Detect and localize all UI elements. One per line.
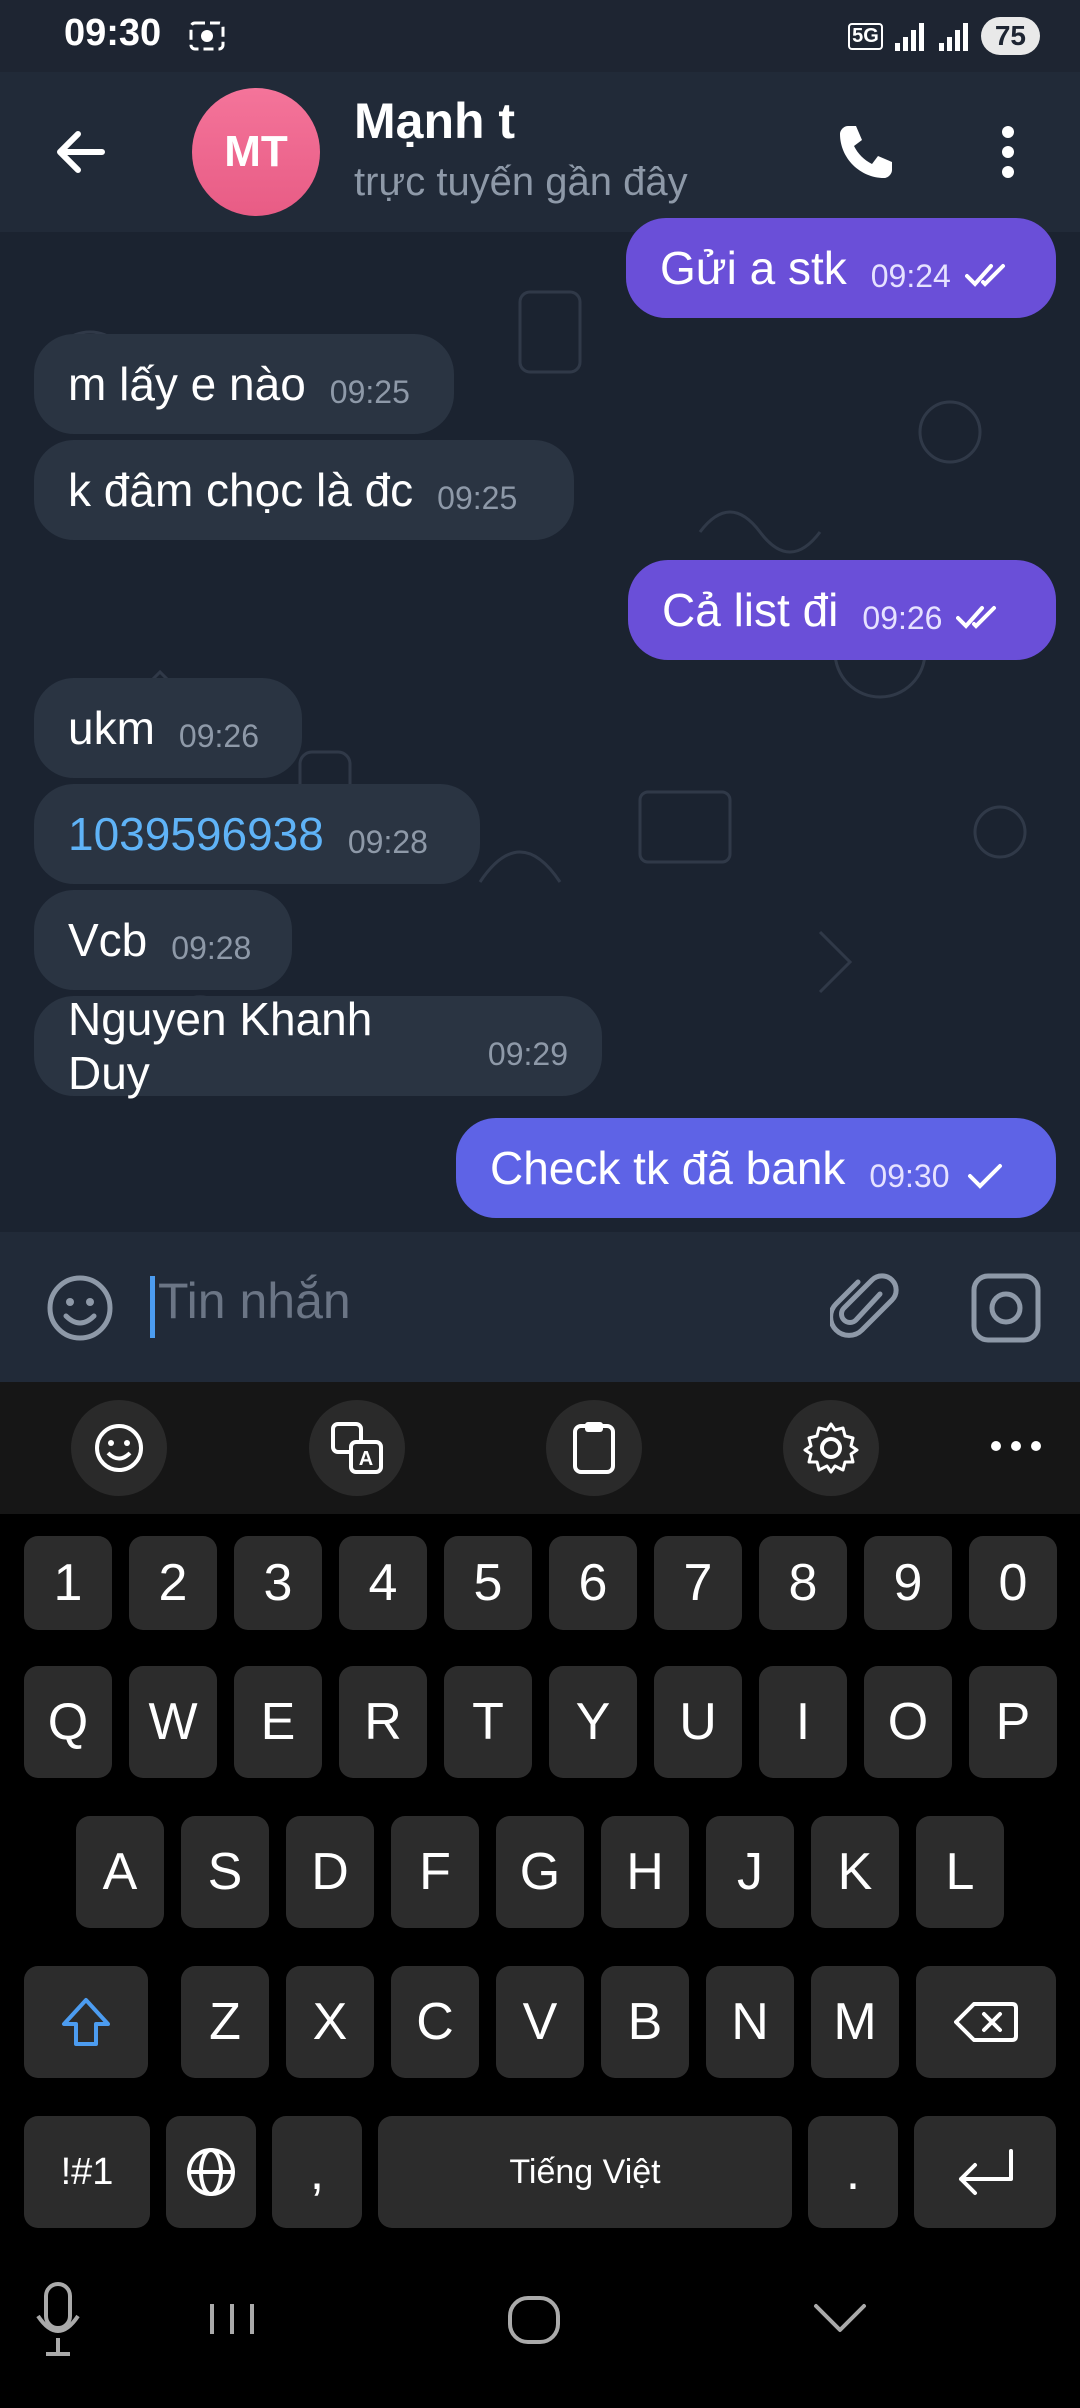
signal-icon-2 — [938, 23, 968, 51]
key-0[interactable]: 0 — [969, 1536, 1057, 1630]
key-6[interactable]: 6 — [549, 1536, 637, 1630]
keyboard-toolbar: A — [0, 1382, 1080, 1514]
keyboard-settings-button[interactable] — [783, 1400, 879, 1496]
key-j[interactable]: J — [706, 1816, 794, 1928]
phone-call-icon[interactable] — [826, 112, 906, 192]
key-l[interactable]: L — [916, 1816, 1004, 1928]
key-c[interactable]: C — [391, 1966, 479, 2078]
battery-indicator: 75 — [980, 17, 1040, 55]
microphone-icon[interactable] — [30, 2274, 86, 2364]
key-x[interactable]: X — [286, 1966, 374, 2078]
key-m[interactable]: M — [811, 1966, 899, 2078]
recent-apps-icon[interactable] — [204, 2274, 260, 2364]
status-time: 09:30 — [64, 12, 162, 54]
key-y[interactable]: Y — [549, 1666, 637, 1778]
key-p[interactable]: P — [969, 1666, 1057, 1778]
status-bar: 09:30 5G 75 — [0, 0, 1080, 72]
clipboard-icon — [573, 1422, 615, 1474]
message-bubble-incoming[interactable]: m lấy e nào 09:25 — [34, 334, 454, 434]
key-v[interactable]: V — [496, 1966, 584, 2078]
key-z[interactable]: Z — [181, 1966, 269, 2078]
system-navigation-bar — [0, 2234, 1080, 2408]
message-bubble-incoming[interactable]: Vcb 09:28 — [34, 890, 292, 990]
key-8[interactable]: 8 — [759, 1536, 847, 1630]
account-number-link[interactable]: 1039596938 — [34, 807, 324, 861]
shift-arrow-icon — [62, 1998, 110, 2046]
key-b[interactable]: B — [601, 1966, 689, 2078]
translate-icon: A — [331, 1422, 383, 1474]
avatar[interactable]: MT — [192, 88, 320, 216]
message-bubble-incoming[interactable]: k đâm chọc là đc 09:25 — [34, 440, 574, 540]
key-q[interactable]: Q — [24, 1666, 112, 1778]
network-5g-icon: 5G — [848, 22, 883, 50]
keyboard: 1 2 3 4 5 6 7 8 9 0 Q W E R T Y U I O P … — [0, 1514, 1080, 2234]
single-check-icon — [967, 1164, 1002, 1189]
space-key[interactable]: Tiếng Việt — [378, 2116, 792, 2228]
signal-icon — [894, 23, 924, 51]
key-i[interactable]: I — [759, 1666, 847, 1778]
svg-text:A: A — [359, 1448, 373, 1470]
message-bubble-outgoing[interactable]: Gửi a stk 09:24 — [626, 218, 1056, 318]
translate-button[interactable]: A — [309, 1400, 405, 1496]
period-key[interactable]: . — [808, 2116, 898, 2228]
keyboard-emoji-button[interactable] — [71, 1400, 167, 1496]
key-o[interactable]: O — [864, 1666, 952, 1778]
message-bubble-incoming[interactable]: Nguyen Khanh Duy 09:29 — [34, 993, 602, 1099]
double-check-icon — [956, 606, 997, 629]
enter-key[interactable] — [914, 2116, 1056, 2228]
key-a[interactable]: A — [76, 1816, 164, 1928]
attach-paperclip-icon[interactable] — [830, 1270, 902, 1346]
hide-keyboard-chevron-down-icon[interactable] — [810, 2274, 870, 2364]
enter-arrow-icon — [959, 2149, 1013, 2195]
globe-icon — [187, 2148, 235, 2196]
key-s[interactable]: S — [181, 1816, 269, 1928]
key-5[interactable]: 5 — [444, 1536, 532, 1630]
emoji-icon[interactable] — [44, 1272, 116, 1344]
screen-recorder-icon — [189, 21, 225, 51]
emoji-icon — [95, 1424, 143, 1472]
back-arrow-icon[interactable] — [50, 120, 114, 184]
key-9[interactable]: 9 — [864, 1536, 952, 1630]
message-input[interactable]: Tin nhắn — [158, 1272, 351, 1330]
key-t[interactable]: T — [444, 1666, 532, 1778]
home-icon[interactable] — [504, 2274, 568, 2364]
key-u[interactable]: U — [654, 1666, 742, 1778]
message-input-bar: Tin nhắn — [0, 1232, 1080, 1382]
key-7[interactable]: 7 — [654, 1536, 742, 1630]
key-r[interactable]: R — [339, 1666, 427, 1778]
key-3[interactable]: 3 — [234, 1536, 322, 1630]
message-bubble-outgoing[interactable]: Check tk đã bank 09:30 — [456, 1118, 1056, 1218]
clipboard-button[interactable] — [546, 1400, 642, 1496]
language-key[interactable] — [166, 2116, 256, 2228]
key-w[interactable]: W — [129, 1666, 217, 1778]
key-e[interactable]: E — [234, 1666, 322, 1778]
contact-name[interactable]: Mạnh t — [354, 92, 515, 150]
contact-status: trực tuyến gần đây — [354, 160, 688, 204]
chat-header: MT Mạnh t trực tuyến gần đây — [0, 72, 1080, 232]
double-check-icon — [964, 264, 1005, 287]
key-n[interactable]: N — [706, 1966, 794, 2078]
key-k[interactable]: K — [811, 1816, 899, 1928]
gear-icon — [803, 1422, 859, 1474]
key-f[interactable]: F — [391, 1816, 479, 1928]
key-g[interactable]: G — [496, 1816, 584, 1928]
message-bubble-outgoing[interactable]: Cả list đi 09:26 — [628, 560, 1056, 660]
text-cursor — [150, 1276, 155, 1338]
message-bubble-incoming[interactable]: ukm 09:26 — [34, 678, 302, 778]
backspace-key[interactable] — [916, 1966, 1056, 2078]
message-bubble-incoming[interactable]: 1039596938 09:28 — [34, 784, 480, 884]
key-4[interactable]: 4 — [339, 1536, 427, 1630]
key-d[interactable]: D — [286, 1816, 374, 1928]
more-horizontal-icon[interactable] — [984, 1422, 1048, 1470]
camera-icon[interactable] — [968, 1270, 1044, 1346]
key-h[interactable]: H — [601, 1816, 689, 1928]
key-2[interactable]: 2 — [129, 1536, 217, 1630]
more-vertical-icon[interactable] — [984, 112, 1032, 192]
symbols-key[interactable]: !#1 — [24, 2116, 150, 2228]
backspace-icon — [954, 2002, 1018, 2042]
key-1[interactable]: 1 — [24, 1536, 112, 1630]
shift-key[interactable] — [24, 1966, 148, 2078]
comma-key[interactable]: , — [272, 2116, 362, 2228]
